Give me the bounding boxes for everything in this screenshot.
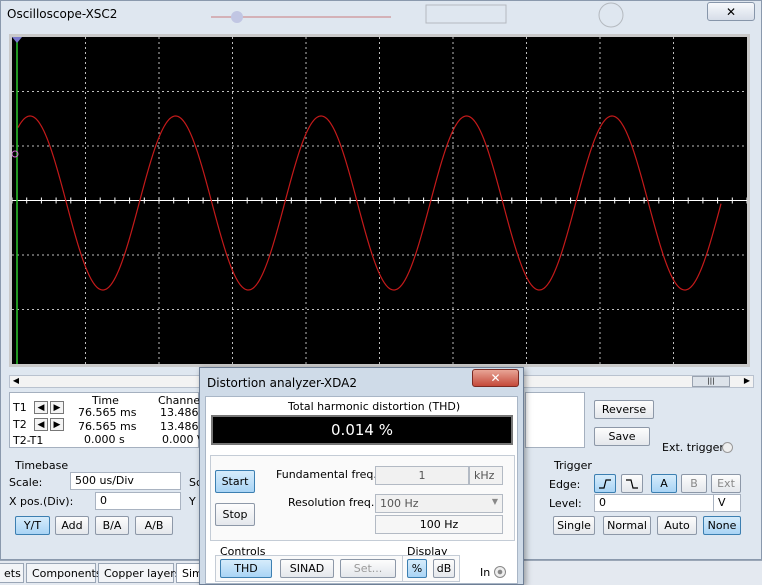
level-label: Level:: [549, 497, 582, 510]
trigger-source-b-button[interactable]: B: [681, 474, 707, 493]
t2-left-arrow-icon[interactable]: ◀: [34, 418, 48, 431]
fundamental-freq-label: Fundamental freq.: [276, 468, 377, 481]
scroll-right-arrow-icon[interactable]: ▶: [741, 376, 753, 387]
xpos-field[interactable]: 0: [95, 492, 181, 510]
resolution-freq-readout: 100 Hz: [375, 515, 503, 534]
t2-t1-label: T2-T1: [13, 434, 44, 447]
t1-left-arrow-icon[interactable]: ◀: [34, 401, 48, 414]
trigger-level-unit[interactable]: V: [713, 494, 741, 512]
trigger-source-a-button[interactable]: A: [651, 474, 677, 493]
start-button[interactable]: Start: [215, 470, 255, 493]
falling-edge-icon[interactable]: [621, 474, 643, 493]
scroll-left-arrow-icon[interactable]: ◀: [10, 376, 22, 387]
mode-ba-button[interactable]: B/A: [95, 516, 129, 535]
close-x-icon: ✕: [490, 371, 501, 385]
mode-add-button[interactable]: Add: [55, 516, 89, 535]
mode-yt-button[interactable]: Y/T: [15, 516, 50, 535]
input-terminal-label: In: [480, 566, 491, 579]
edge-label: Edge:: [549, 478, 581, 491]
oscilloscope-screen[interactable]: [9, 34, 750, 367]
channel-a-ypos-partial: Y: [189, 495, 196, 508]
thd-mode-button[interactable]: THD: [220, 559, 272, 578]
input-terminal-icon[interactable]: [494, 566, 506, 578]
trigger-title: Trigger: [554, 459, 592, 472]
db-display-button[interactable]: dB: [433, 559, 455, 578]
analyzer-title: Distortion analyzer-XDA2: [207, 376, 358, 390]
trigger-single-button[interactable]: Single: [553, 516, 595, 535]
save-button[interactable]: Save: [594, 427, 650, 446]
distortion-analyzer-window: Distortion analyzer-XDA2 ✕ Total harmoni…: [199, 367, 524, 585]
resolution-freq-label: Resolution freq.: [288, 496, 375, 509]
tab-copper-layers[interactable]: Copper layers: [98, 563, 181, 583]
tab-components[interactable]: Components: [26, 563, 102, 583]
set-button[interactable]: Set...: [340, 559, 396, 578]
mode-ab-button[interactable]: A/B: [135, 516, 173, 535]
t1-label: T1: [13, 401, 27, 414]
t1-channel: 13.486: [160, 406, 199, 419]
reverse-button[interactable]: Reverse: [594, 400, 654, 419]
tab-simulation[interactable]: Sim: [176, 563, 203, 583]
resolution-freq-select[interactable]: 100 Hz ▼: [375, 494, 503, 513]
scroll-thumb[interactable]: |||: [692, 376, 730, 387]
t2-t1-time: 0.000 s: [84, 433, 125, 446]
percent-display-button[interactable]: %: [407, 559, 427, 578]
tab-nets[interactable]: ets: [0, 563, 24, 583]
t2-label: T2: [13, 418, 27, 431]
timebase-title: Timebase: [15, 459, 69, 472]
fundamental-freq-field[interactable]: 1: [375, 466, 469, 485]
t1-right-arrow-icon[interactable]: ▶: [50, 401, 64, 414]
resolution-freq-selected: 100 Hz: [380, 497, 419, 510]
cursor-readout-panel: Time Channel T1 ◀ ▶ 76.565 ms 13.486 T2 …: [9, 392, 205, 448]
trigger-none-button[interactable]: None: [703, 516, 741, 535]
scale-label: Scale:: [9, 476, 43, 489]
fundamental-freq-unit[interactable]: kHz: [469, 466, 503, 485]
background-schematic-remnant: [191, 1, 711, 29]
trigger-level-field[interactable]: 0: [594, 494, 714, 512]
thd-readout: 0.014 %: [211, 415, 513, 445]
waveform-plot: [12, 37, 747, 364]
chevron-down-icon: ▼: [491, 497, 498, 506]
sinad-mode-button[interactable]: SINAD: [280, 559, 334, 578]
trigger-auto-button[interactable]: Auto: [657, 516, 697, 535]
ext-trigger-terminal-icon[interactable]: [722, 442, 733, 453]
thd-heading: Total harmonic distortion (THD): [288, 400, 461, 413]
t2-right-arrow-icon[interactable]: ▶: [50, 418, 64, 431]
trigger-normal-button[interactable]: Normal: [603, 516, 651, 535]
trigger-source-ext-button[interactable]: Ext: [711, 474, 741, 493]
timebase-scale-field[interactable]: 500 us/Div: [70, 472, 181, 490]
oscilloscope-title: Oscilloscope-XSC2: [7, 7, 118, 21]
analyzer-close-button[interactable]: ✕: [472, 369, 519, 387]
stop-button[interactable]: Stop: [215, 503, 255, 526]
oscilloscope-close-button[interactable]: ✕: [707, 2, 755, 21]
analyzer-body: Total harmonic distortion (THD) 0.014 % …: [205, 396, 518, 584]
t1-time: 76.565 ms: [78, 406, 137, 419]
ext-trigger-label: Ext. trigger: [662, 441, 724, 454]
notes-panel: [525, 392, 585, 448]
rising-edge-icon[interactable]: [594, 474, 616, 493]
t2-time: 76.565 ms: [78, 420, 137, 433]
x-icon: ✕: [725, 4, 737, 19]
t2-channel: 13.486: [160, 420, 199, 433]
xpos-label: X pos.(Div):: [9, 495, 74, 508]
